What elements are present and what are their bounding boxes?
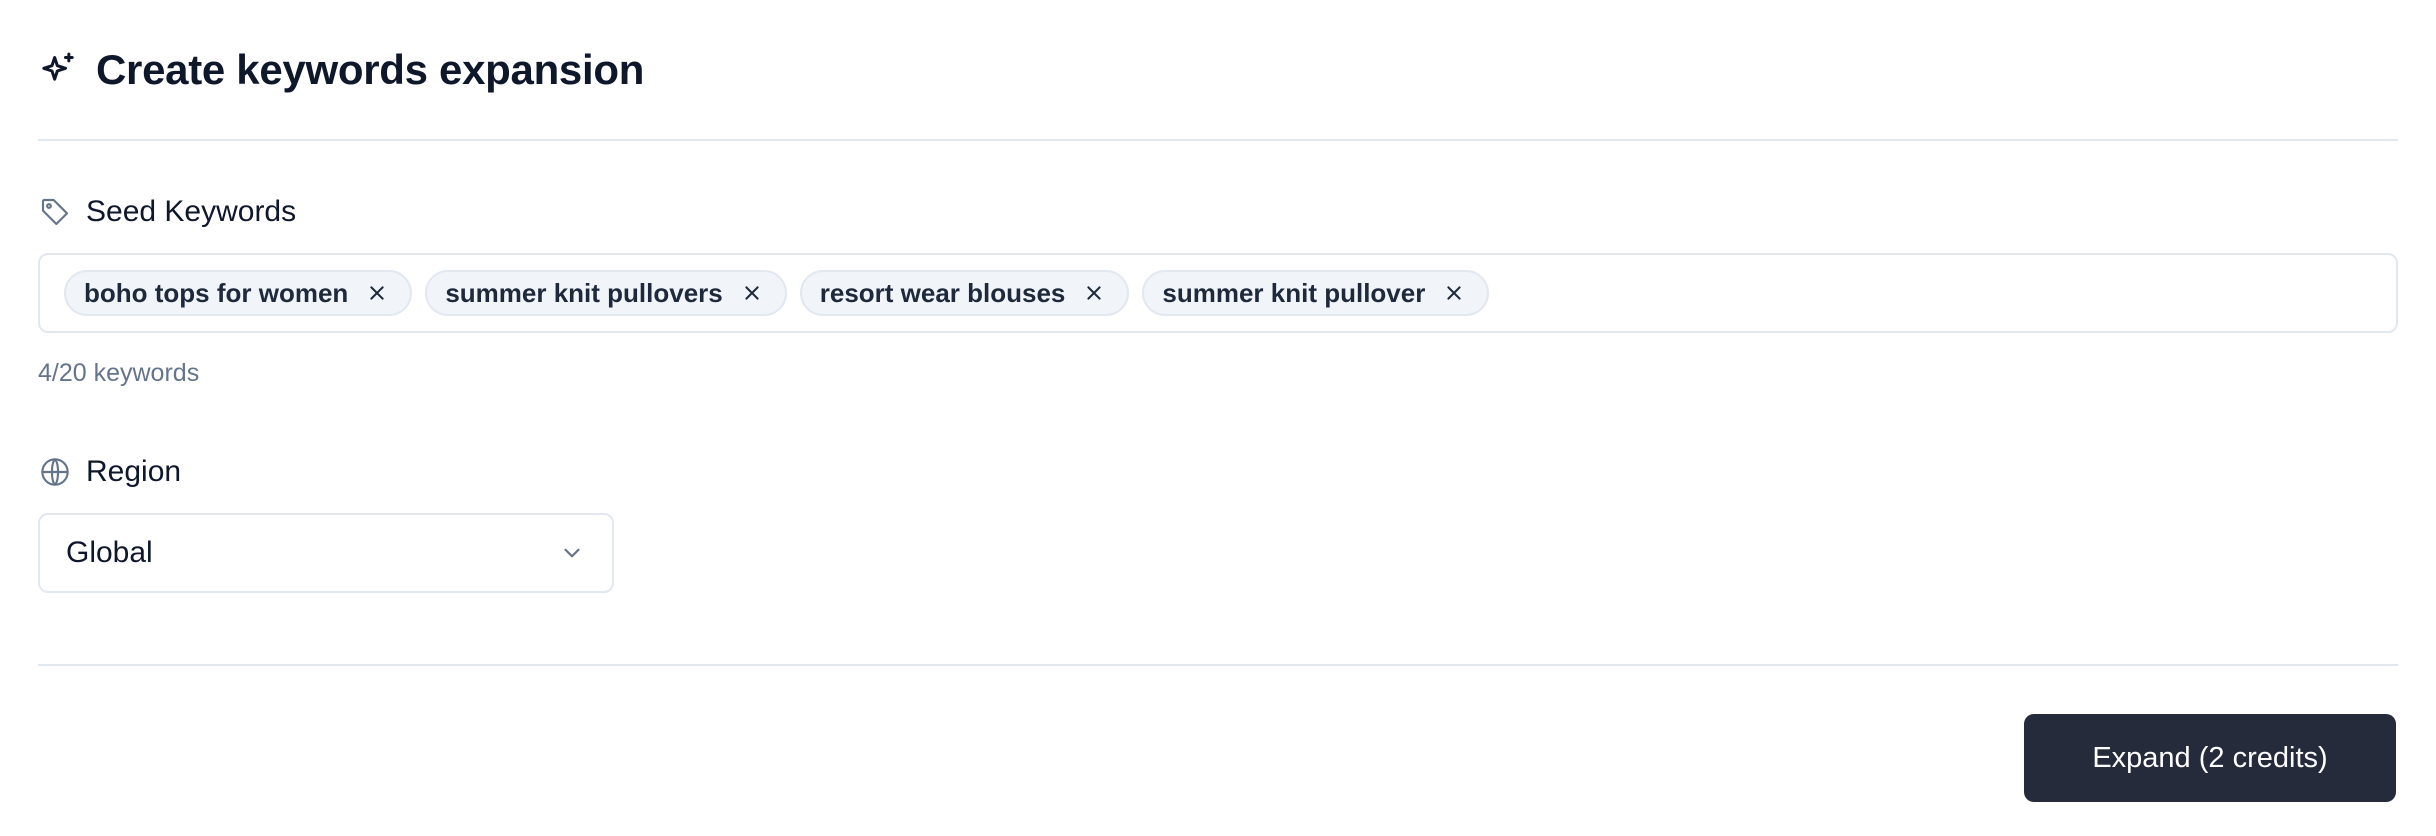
remove-keyword-icon[interactable] <box>1443 282 1465 304</box>
globe-icon <box>38 455 72 489</box>
seed-keywords-input[interactable]: boho tops for women summer knit pullover… <box>38 253 2398 333</box>
expand-button[interactable]: Expand (2 credits) <box>2024 714 2396 802</box>
page-title: Create keywords expansion <box>96 45 645 93</box>
region-select[interactable]: Global <box>38 513 614 593</box>
keyword-chip-text: boho tops for women <box>84 277 349 308</box>
keyword-chip: resort wear blouses <box>799 270 1130 316</box>
remove-keyword-icon[interactable] <box>1083 282 1105 304</box>
region-label-text: Region <box>86 455 182 488</box>
sparkles-icon <box>38 50 78 90</box>
seed-keywords-label: Seed Keywords <box>38 192 2398 232</box>
keyword-chip: boho tops for women <box>64 270 413 316</box>
footer-divider <box>38 664 2398 666</box>
region-section: Region Global <box>38 452 2398 593</box>
chevron-down-icon <box>558 539 586 567</box>
remove-keyword-icon[interactable] <box>366 282 388 304</box>
keyword-chip-text: summer knit pullovers <box>445 277 723 308</box>
remove-keyword-icon[interactable] <box>741 282 763 304</box>
keyword-chip: summer knit pullover <box>1142 270 1490 316</box>
seed-keywords-section: Seed Keywords boho tops for women summer… <box>38 192 2398 388</box>
dialog-header: Create keywords expansion <box>38 0 2398 141</box>
seed-keywords-label-text: Seed Keywords <box>86 195 297 228</box>
keyword-counter: 4/20 keywords <box>38 359 200 387</box>
keywords-expansion-dialog: Create keywords expansion Seed Keywords … <box>0 0 2436 836</box>
keyword-chip-text: resort wear blouses <box>819 277 1066 308</box>
keyword-chip-text: summer knit pullover <box>1162 277 1426 308</box>
keyword-chip: summer knit pullovers <box>425 270 787 316</box>
tag-icon <box>38 195 72 229</box>
region-select-value: Global <box>66 536 153 569</box>
region-label: Region <box>38 452 2398 492</box>
